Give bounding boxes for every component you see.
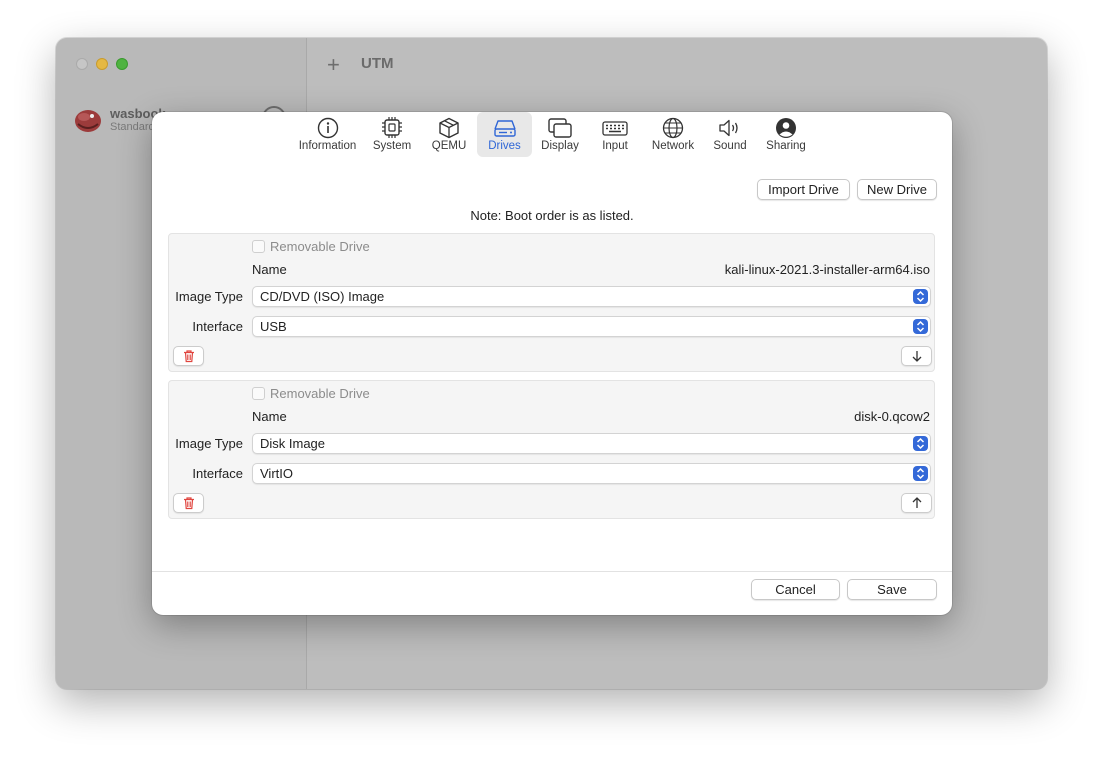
window-close-button[interactable] [76, 58, 88, 70]
import-drive-button[interactable]: Import Drive [757, 179, 850, 200]
chevron-updown-icon [913, 436, 928, 451]
tab-network-label: Network [651, 140, 695, 152]
tab-qemu[interactable]: QEMU [423, 112, 475, 157]
arrow-down-icon [912, 351, 922, 362]
tab-drives-label: Drives [488, 140, 521, 152]
chevron-updown-icon [913, 289, 928, 304]
trash-icon [184, 497, 194, 510]
interface-label-1: Interface [192, 319, 243, 334]
image-type-label-2: Image Type [175, 436, 243, 451]
add-vm-plus-icon[interactable]: + [327, 52, 340, 78]
info-circle-icon [317, 117, 338, 139]
image-type-value-1: CD/DVD (ISO) Image [260, 289, 385, 304]
chevron-updown-icon [913, 466, 928, 481]
tab-information-label: Information [298, 140, 357, 152]
tab-system[interactable]: System [367, 112, 417, 157]
removable-drive-label-2: Removable Drive [270, 386, 370, 401]
display-windows-icon [548, 118, 572, 138]
tab-qemu-label: QEMU [431, 140, 467, 152]
drive-name-value-1: kali-linux-2021.3-installer-arm64.iso [724, 262, 930, 277]
removable-drive-checkbox-1[interactable] [252, 240, 265, 253]
window-minimize-button[interactable] [96, 58, 108, 70]
trash-icon [184, 350, 194, 363]
tab-display[interactable]: Display [535, 112, 585, 157]
interface-value-1: USB [260, 319, 287, 334]
person-circle-icon [776, 118, 796, 138]
drive-name-label-1: Name [252, 262, 287, 277]
tab-display-label: Display [541, 140, 579, 152]
speaker-icon [719, 119, 738, 137]
arrow-up-icon [912, 497, 922, 508]
cancel-button[interactable]: Cancel [751, 579, 840, 600]
image-type-select-1[interactable]: CD/DVD (ISO) Image [252, 286, 931, 307]
drive-name-value-2: disk-0.qcow2 [854, 409, 930, 424]
window-zoom-button[interactable] [116, 58, 128, 70]
app-title: UTM [361, 55, 394, 72]
interface-select-2[interactable]: VirtIO [252, 463, 931, 484]
linux-vm-avatar-icon [73, 106, 103, 134]
vm-status: Standard [110, 121, 155, 133]
tab-network[interactable]: Network [646, 112, 700, 157]
drive-icon [493, 120, 516, 137]
tab-drives[interactable]: Drives [477, 112, 532, 157]
new-drive-button[interactable]: New Drive [857, 179, 937, 200]
drive-name-label-2: Name [252, 409, 287, 424]
interface-select-1[interactable]: USB [252, 316, 931, 337]
cpu-chip-icon [382, 117, 402, 138]
interface-value-2: VirtIO [260, 466, 293, 481]
tab-sound-label: Sound [713, 140, 747, 152]
removable-drive-checkbox-2[interactable] [252, 387, 265, 400]
image-type-label-1: Image Type [175, 289, 243, 304]
tab-sound[interactable]: Sound [708, 112, 752, 157]
vm-settings-sheet: Information System QEMU Drives Display I… [152, 112, 952, 615]
keyboard-icon [602, 121, 628, 136]
save-button[interactable]: Save [847, 579, 937, 600]
tab-input[interactable]: Input [592, 112, 638, 157]
boot-order-note: Note: Boot order is as listed. [470, 208, 634, 223]
drive-item-1: Removable Drive Name kali-linux-2021.3-i… [168, 233, 935, 372]
chevron-updown-icon [913, 319, 928, 334]
footer-divider [152, 571, 952, 572]
tab-information[interactable]: Information [295, 112, 360, 157]
tab-sharing[interactable]: Sharing [761, 112, 811, 157]
drive-item-2: Removable Drive Name disk-0.qcow2 Image … [168, 380, 935, 519]
move-drive-down-button-1[interactable] [901, 346, 932, 366]
interface-label-2: Interface [192, 466, 243, 481]
image-type-value-2: Disk Image [260, 436, 326, 451]
globe-icon [662, 117, 684, 139]
delete-drive-button-2[interactable] [173, 493, 204, 513]
cube-icon [439, 117, 459, 139]
image-type-select-2[interactable]: Disk Image [252, 433, 931, 454]
delete-drive-button-1[interactable] [173, 346, 204, 366]
move-drive-up-button-2[interactable] [901, 493, 932, 513]
tab-sharing-label: Sharing [766, 140, 806, 152]
tab-system-label: System [372, 140, 412, 152]
tab-input-label: Input [602, 140, 628, 152]
removable-drive-label-1: Removable Drive [270, 239, 370, 254]
